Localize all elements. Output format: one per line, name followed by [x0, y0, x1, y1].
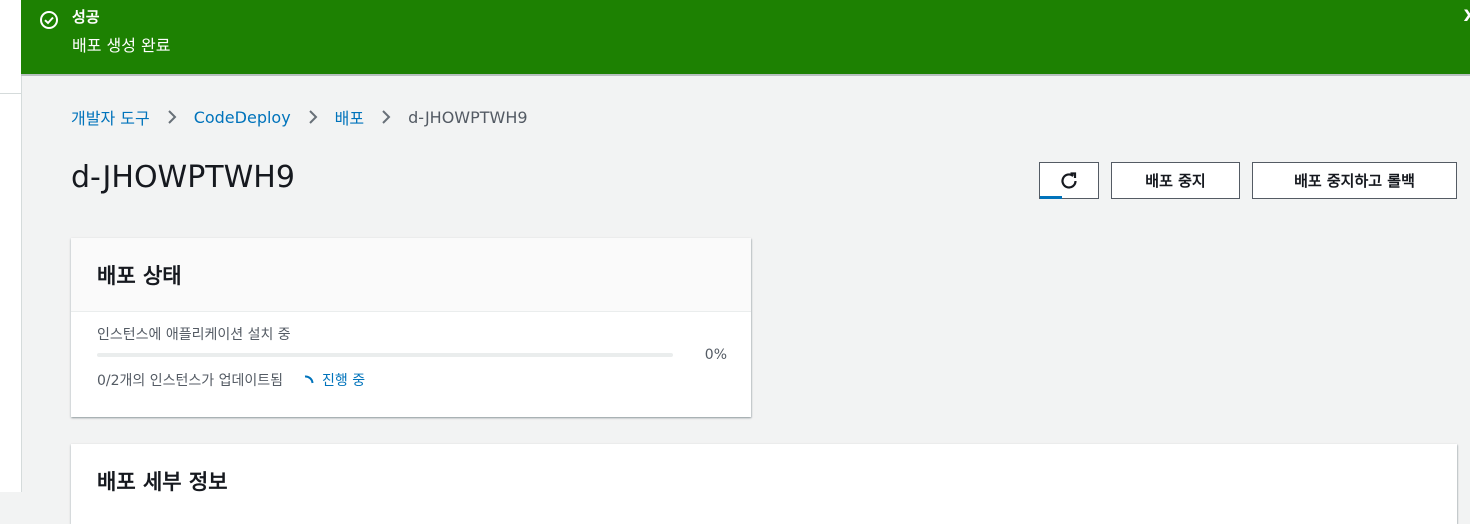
stop-deployment-button[interactable]: 배포 중지 — [1111, 162, 1240, 199]
breadcrumb-deployments[interactable]: 배포 — [335, 105, 364, 129]
card-title: 배포 상태 — [97, 264, 182, 288]
side-panel-edge — [0, 0, 22, 492]
step-label: 인스턴스에 애플리케이션 설치 중 — [97, 327, 291, 343]
breadcrumb-codedeploy[interactable]: CodeDeploy — [194, 108, 291, 127]
progress-bar — [97, 353, 673, 357]
deployment-status-card: 배포 상태 인스턴스에 애플리케이션 설치 중 0% 0/2개의 인스턴스가 업… — [71, 238, 751, 417]
divider — [0, 93, 21, 94]
page-title: d-JHOWPTWH9 — [71, 160, 295, 195]
refresh-icon — [1061, 171, 1077, 189]
flash-message: 배포 생성 완료 — [72, 36, 171, 55]
stop-and-rollback-button[interactable]: 배포 중지하고 롤백 — [1252, 162, 1457, 199]
instances-updated-text: 0/2개의 인스턴스가 업데이트됨 — [97, 373, 283, 389]
card-header: 배포 상태 — [71, 238, 751, 312]
breadcrumb-developer-tools[interactable]: 개발자 도구 — [71, 105, 150, 129]
flash-close-button[interactable]: X — [1464, 6, 1470, 25]
chevron-right-icon — [382, 110, 391, 124]
chevron-right-icon — [308, 110, 318, 124]
spinner-icon — [304, 375, 314, 384]
refresh-active-indicator — [1040, 196, 1062, 199]
chevron-right-icon — [167, 110, 177, 124]
success-check-icon — [40, 11, 58, 29]
refresh-button[interactable] — [1039, 162, 1099, 199]
breadcrumb-current: d-JHOWPTWH9 — [408, 107, 528, 127]
deployment-details-card: 배포 세부 정보 — [71, 444, 1457, 524]
status-in-progress: 진행 중 — [322, 373, 366, 389]
breadcrumb: 개발자 도구 CodeDeploy 배포 d-JHOWPTWH9 — [71, 105, 528, 129]
progress-percent: 0% — [704, 347, 727, 363]
flash-title: 성공 — [72, 8, 100, 26]
instances-updated-row: 0/2개의 인스턴스가 업데이트됨 진행 중 — [97, 370, 365, 390]
success-flash-banner: 성공 배포 생성 완료 X — [21, 0, 1470, 76]
